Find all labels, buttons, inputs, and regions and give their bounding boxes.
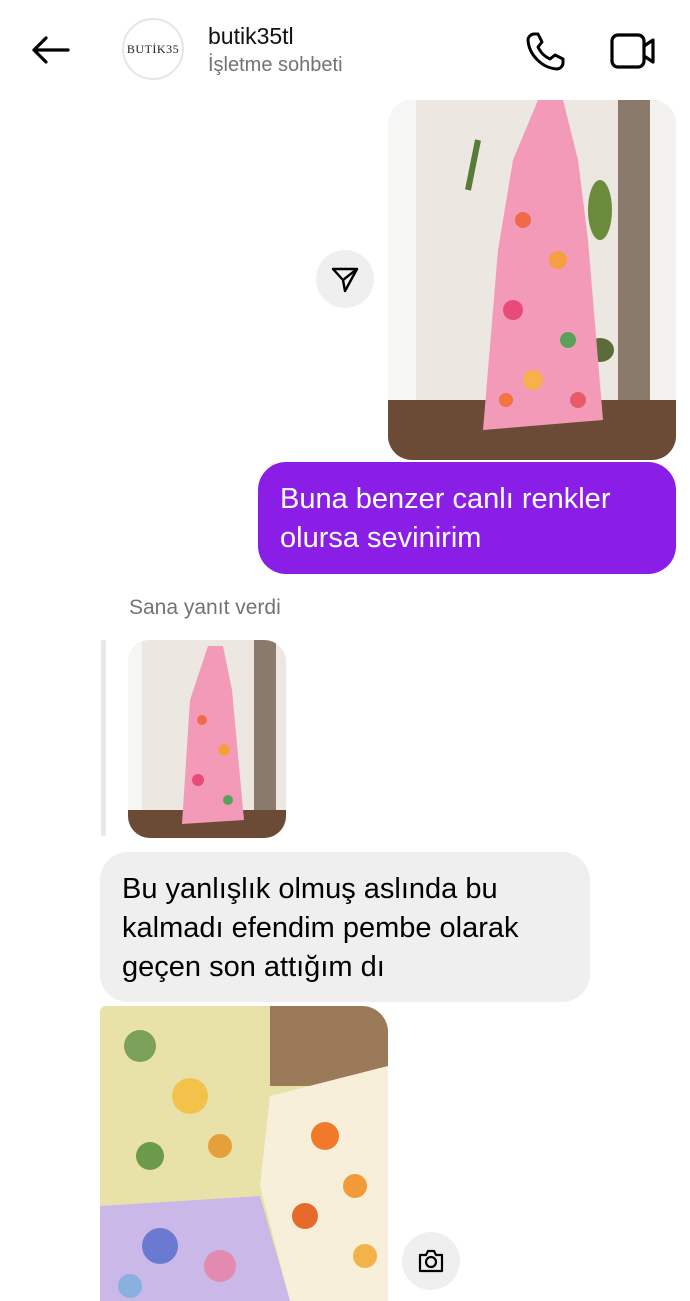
sent-dress-photo[interactable] [388, 100, 676, 460]
chat-subtitle: İşletme sohbeti [208, 54, 343, 76]
back-arrow-icon[interactable] [28, 30, 72, 70]
phone-icon[interactable] [522, 28, 570, 74]
avatar[interactable]: BUTİK35 [122, 18, 184, 80]
sent-message-text: Buna benzer canlı renkler olursa sevinir… [280, 483, 611, 554]
reply-indicator-bar [101, 640, 106, 836]
avatar-logo-text: BUTİK35 [126, 41, 180, 56]
camera-button[interactable] [402, 1232, 460, 1290]
reply-label: Sana yanıt verdi [129, 596, 281, 619]
chat-header: BUTİK35 butik35tl İşletme sohbeti [0, 0, 690, 100]
chat-title-block[interactable]: butik35tl İşletme sohbeti [208, 22, 343, 78]
paper-plane-icon [331, 267, 359, 293]
replied-dress-photo[interactable] [128, 640, 286, 838]
sent-message-bubble[interactable]: Buna benzer canlı renkler olursa sevinir… [258, 462, 676, 574]
chat-title: butik35tl [208, 23, 294, 49]
received-message-bubble[interactable]: Bu yanlışlık olmuş aslında bu kalmadı ef… [100, 852, 590, 1002]
received-fabric-photo[interactable] [100, 1006, 388, 1301]
camera-icon [418, 1249, 444, 1273]
received-message-text: Bu yanlışlık olmuş aslında bu kalmadı ef… [122, 873, 519, 983]
share-button[interactable] [316, 250, 374, 308]
video-camera-icon[interactable] [606, 28, 658, 74]
